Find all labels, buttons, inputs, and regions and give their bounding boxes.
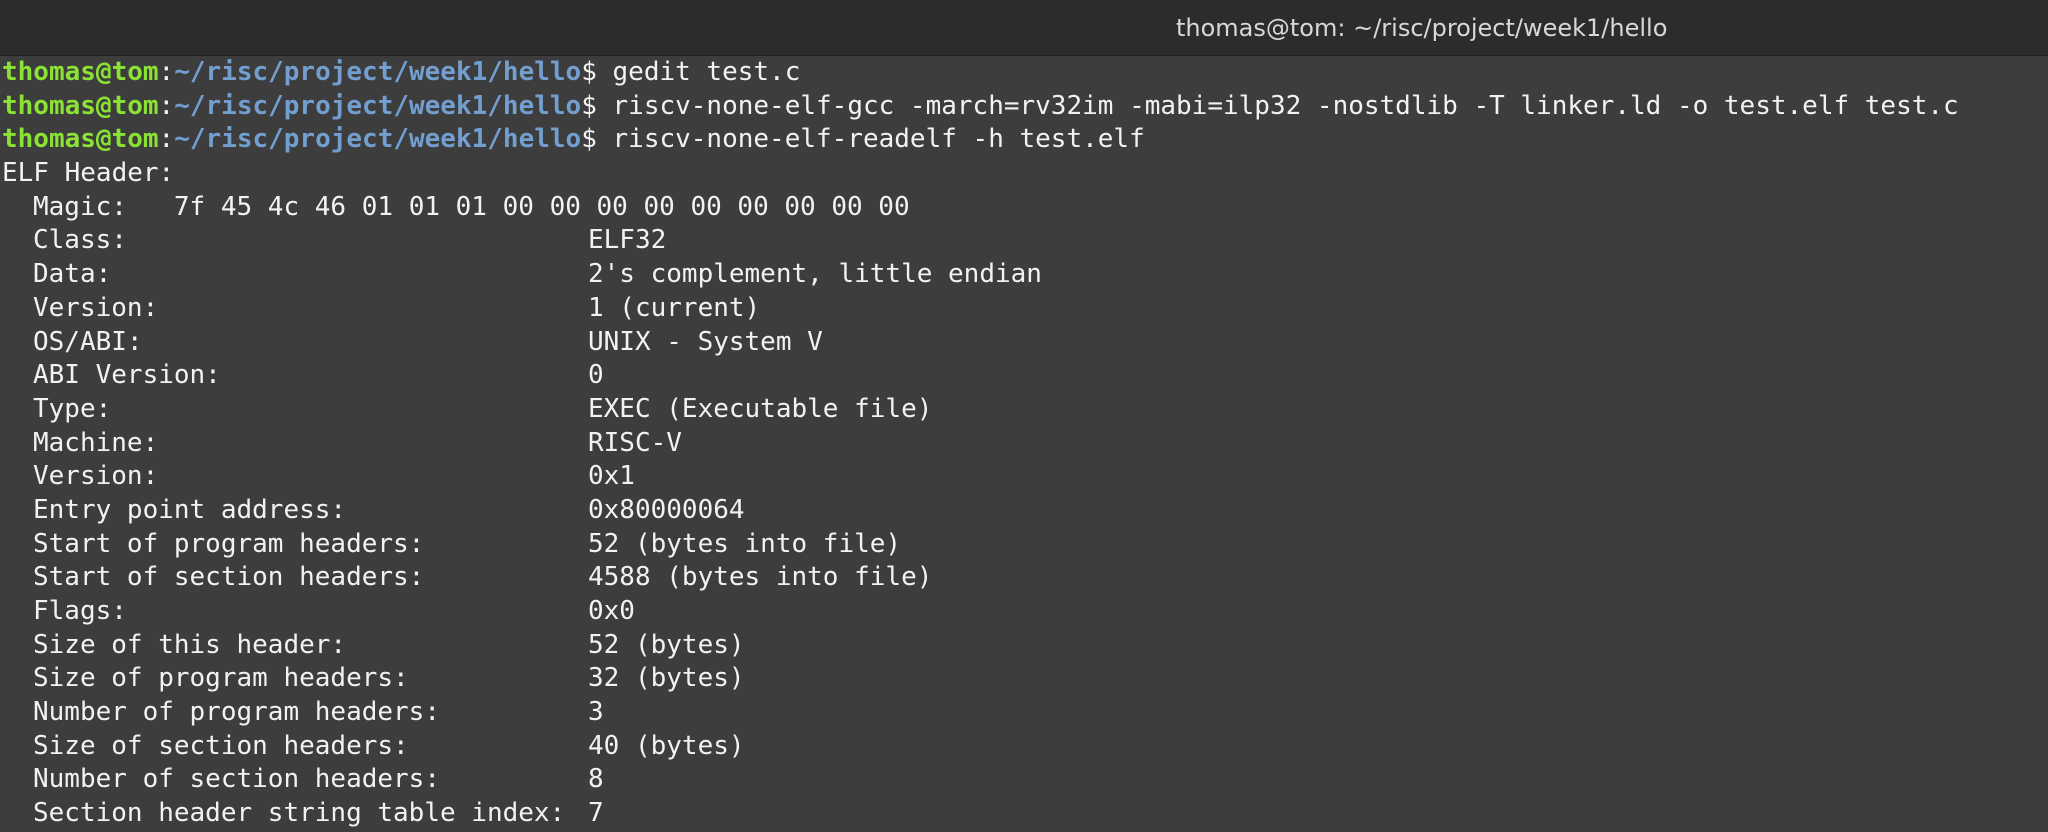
elf-field-value: ELF32: [588, 225, 667, 256]
elf-field-label: Start of section headers:: [33, 562, 425, 593]
elf-field-row: Data: 2's complement, little endian: [2, 258, 2046, 292]
elf-field-value: 7: [588, 798, 604, 829]
elf-field-label: Version:: [33, 461, 159, 492]
elf-field-value: 2's complement, little endian: [588, 259, 1042, 290]
elf-field-label: Start of program headers:: [33, 528, 425, 559]
elf-field-label: Number of program headers:: [33, 697, 440, 728]
command-text: gedit test.c: [596, 57, 801, 87]
elf-field-label: ABI Version:: [33, 360, 221, 391]
elf-field-label: Machine:: [33, 427, 159, 458]
elf-field-row: Type: EXEC (Executable file): [2, 393, 2046, 427]
elf-magic-value: 7f 45 4c 46 01 01 01 00 00 00 00 00 00 0…: [173, 191, 910, 222]
elf-field-value: 3: [588, 697, 604, 728]
prompt-path: ~/risc/project/week1/hello: [174, 90, 582, 121]
prompt-path: ~/risc/project/week1/hello: [174, 57, 582, 87]
prompt-symbol: $: [581, 124, 597, 155]
title-bar[interactable]: thomas@tom: ~/risc/project/week1/hello: [0, 0, 2048, 56]
elf-field-row: Number of program headers: 3: [2, 696, 2046, 730]
elf-field-label: Number of section headers:: [33, 764, 440, 795]
elf-field-label: Class:: [33, 225, 127, 256]
elf-field-value: 0: [588, 360, 604, 391]
prompt-path: ~/risc/project/week1/hello: [174, 124, 582, 155]
prompt-separator: :: [158, 57, 175, 87]
prompt-symbol: $: [581, 57, 597, 87]
command-text: riscv-none-elf-gcc -march=rv32im -mabi=i…: [596, 90, 1959, 121]
command-text: riscv-none-elf-readelf -h test.elf: [596, 124, 1145, 155]
elf-field-row: Size of this header: 52 (bytes): [2, 629, 2046, 663]
elf-field-row: Section header string table index: 7: [2, 797, 2046, 831]
elf-field-value: 8: [588, 764, 604, 795]
elf-field-row: Class: ELF32: [2, 224, 2046, 258]
elf-field-value: UNIX - System V: [588, 326, 823, 357]
prompt-separator: :: [158, 90, 175, 121]
elf-field-row: Start of section headers: 4588 (bytes int…: [2, 561, 2046, 595]
command-line: thomas@tom:~/risc/project/week1/hello$ r…: [2, 123, 2046, 157]
elf-field-row: Version: 1 (current): [2, 292, 2046, 326]
elf-field-value: EXEC (Executable file): [588, 393, 933, 424]
terminal-window: thomas@tom: ~/risc/project/week1/hello t…: [0, 0, 2048, 832]
elf-field-value: 1 (current): [588, 292, 761, 323]
elf-field-value: 0x0: [588, 596, 635, 626]
elf-field-label: Size of this header:: [33, 629, 347, 660]
elf-field-label: Flags:: [33, 596, 127, 626]
elf-field-label: Section header string table index:: [33, 798, 566, 829]
elf-field-label: Size of section headers:: [33, 730, 409, 761]
elf-field-value: 52 (bytes): [588, 629, 745, 660]
elf-field-row: Number of section headers: 8: [2, 763, 2046, 797]
prompt-user-host: thomas@tom: [2, 90, 159, 121]
elf-field-label: Version:: [33, 292, 159, 323]
elf-field-row: Version: 0x1: [2, 460, 2046, 494]
elf-field-label: OS/ABI:: [33, 326, 143, 357]
elf-field-label: Entry point address:: [33, 494, 347, 525]
elf-field-row: Size of section headers: 40 (bytes): [2, 730, 2046, 764]
command-line: thomas@tom:~/risc/project/week1/hello$ r…: [2, 90, 2046, 124]
elf-field-label: Type:: [33, 393, 112, 424]
elf-field-row: Size of program headers: 32 (bytes): [2, 662, 2046, 696]
elf-field-label: Data:: [33, 259, 112, 290]
elf-field-row: ABI Version: 0: [2, 359, 2046, 393]
elf-field-row: Machine: RISC-V: [2, 427, 2046, 461]
elf-field-value: 0x80000064: [588, 494, 745, 525]
elf-magic-row: Magic: 7f 45 4c 46 01 01 01 00 00 00 00 …: [2, 191, 2046, 225]
prompt-symbol: $: [581, 90, 597, 121]
elf-field-value: 32 (bytes): [588, 663, 745, 694]
elf-field-value: 52 (bytes into file): [588, 528, 902, 559]
prompt-user-host: thomas@tom: [2, 57, 159, 87]
elf-field-label: Size of program headers:: [33, 663, 409, 694]
elf-magic-label: Magic:: [33, 191, 127, 222]
elf-header-heading: ELF Header:: [2, 158, 175, 189]
elf-field-row: Entry point address: 0x80000064: [2, 494, 2046, 528]
prompt-user-host: thomas@tom: [2, 124, 159, 155]
elf-field-value: RISC-V: [588, 427, 682, 458]
elf-field-row: Start of program headers: 52 (bytes into …: [2, 528, 2046, 562]
elf-field-value: 40 (bytes): [588, 730, 745, 761]
elf-field-value: 0x1: [588, 461, 635, 492]
elf-field-value: 4588 (bytes into file): [588, 562, 933, 593]
terminal-output[interactable]: thomas@tom:~/risc/project/week1/hello$ g…: [2, 56, 2046, 832]
prompt-separator: :: [158, 124, 175, 155]
elf-field-row: OS/ABI: UNIX - System V: [2, 326, 2046, 360]
elf-field-row: Flags: 0x0: [2, 595, 2046, 629]
command-line: thomas@tom:~/risc/project/week1/hello$ g…: [2, 56, 2046, 90]
window-title: thomas@tom: ~/risc/project/week1/hello: [1176, 14, 1668, 42]
